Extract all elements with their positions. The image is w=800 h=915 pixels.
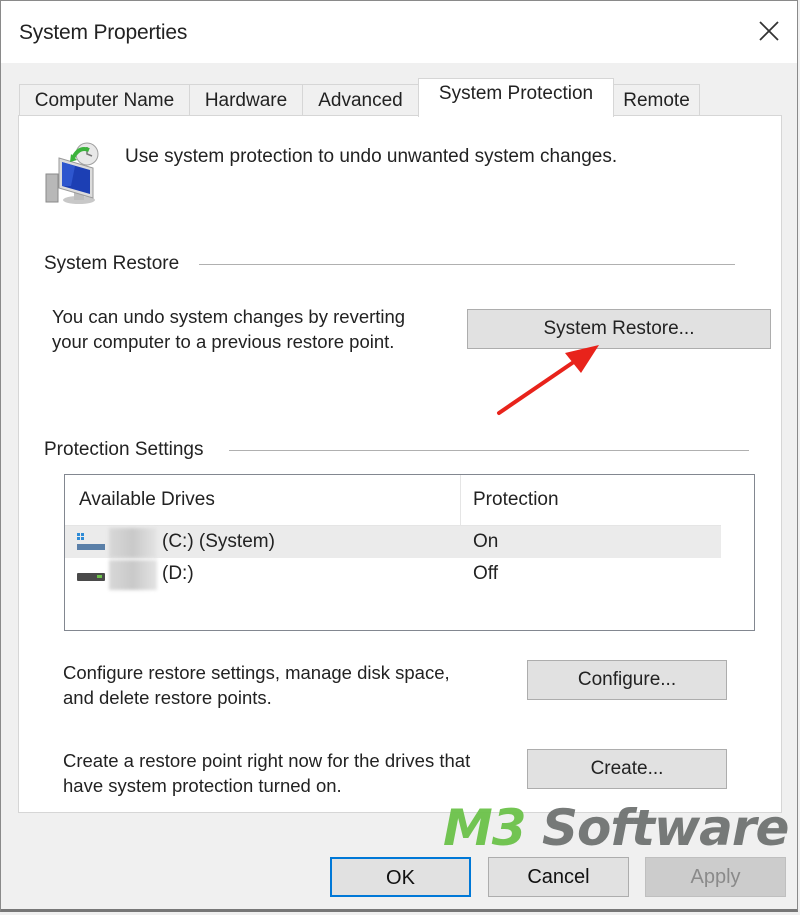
drive-name: (C:) (System) <box>162 531 275 552</box>
protection-settings-group-label: Protection Settings <box>44 439 212 461</box>
configure-desc-line1: Configure restore settings, manage disk … <box>63 662 450 683</box>
watermark-software: Software <box>525 799 790 857</box>
configure-button[interactable]: Configure... <box>527 660 727 700</box>
tab-remote[interactable]: Remote <box>613 84 700 116</box>
create-description: Create a restore point right now for the… <box>63 748 470 798</box>
system-properties-window: System Properties Computer Name Hardware… <box>0 0 798 912</box>
create-desc-line2: have system protection turned on. <box>63 775 342 796</box>
create-desc-line1: Create a restore point right now for the… <box>63 750 471 771</box>
drive-name: (D:) <box>162 563 194 584</box>
annotation-arrow-icon <box>497 345 599 415</box>
system-restore-desc-line1: You can undo system changes by reverting <box>52 306 406 327</box>
tab-computer-name[interactable]: Computer Name <box>19 84 190 116</box>
redacted-drive-label <box>109 560 157 590</box>
tab-hardware[interactable]: Hardware <box>189 84 303 116</box>
available-drives-list[interactable]: Available Drives Protection (C:) (System… <box>64 474 755 631</box>
hard-drive-icon <box>77 573 105 581</box>
configure-description: Configure restore settings, manage disk … <box>63 660 450 710</box>
system-drive-icon <box>77 533 105 550</box>
m3-software-watermark: M3 Software <box>443 798 790 858</box>
configure-desc-line2: and delete restore points. <box>63 687 272 708</box>
intro-text: Use system protection to undo unwanted s… <box>125 146 618 167</box>
tab-system-protection[interactable]: System Protection <box>418 78 614 117</box>
system-protection-icon <box>45 142 99 204</box>
protection-settings-divider <box>229 450 749 451</box>
watermark-m3: M3 <box>443 799 527 857</box>
column-header-available-drives[interactable]: Available Drives <box>79 475 215 525</box>
drive-protection-status: Off <box>473 563 498 584</box>
system-restore-group-label: System Restore <box>44 253 188 275</box>
tab-advanced[interactable]: Advanced <box>302 84 419 116</box>
apply-button[interactable]: Apply <box>645 857 786 897</box>
system-restore-description: You can undo system changes by reverting… <box>52 304 405 354</box>
system-restore-desc-line2: your computer to a previous restore poin… <box>52 331 395 352</box>
drive-protection-status: On <box>473 531 499 552</box>
system-restore-divider <box>199 264 735 265</box>
drive-row-d[interactable]: (D:) Off <box>65 558 721 590</box>
close-button[interactable] <box>755 17 783 45</box>
window-title: System Properties <box>19 21 188 44</box>
close-icon <box>759 21 779 41</box>
create-button[interactable]: Create... <box>527 749 727 789</box>
ok-button[interactable]: OK <box>330 857 471 897</box>
system-protection-panel: Use system protection to undo unwanted s… <box>18 115 782 813</box>
redacted-drive-label <box>109 528 157 558</box>
cancel-button[interactable]: Cancel <box>488 857 629 897</box>
column-separator <box>460 475 461 525</box>
list-header: Available Drives Protection <box>65 475 721 526</box>
drive-row-c[interactable]: (C:) (System) On <box>65 526 721 558</box>
title-bar: System Properties <box>1 1 797 63</box>
column-header-protection[interactable]: Protection <box>473 475 559 525</box>
